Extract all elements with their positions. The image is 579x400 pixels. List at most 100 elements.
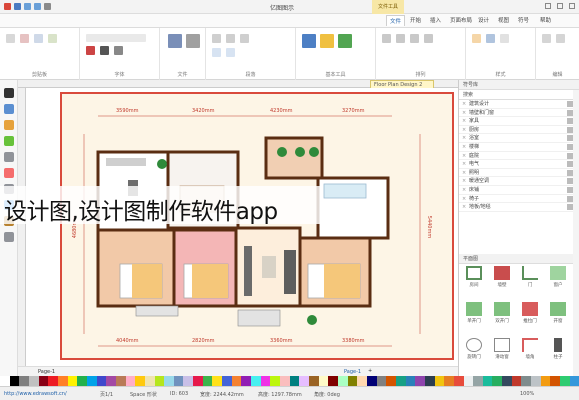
website-link[interactable]: http://www.edrawsoft.cn/: [4, 391, 67, 397]
color-swatch[interactable]: [318, 376, 329, 386]
color-swatch[interactable]: [86, 376, 97, 386]
color-swatch[interactable]: [115, 376, 126, 386]
chart-icon[interactable]: [4, 136, 14, 146]
close-icon[interactable]: ×: [462, 160, 466, 168]
library-item[interactable]: × 楼梯: [459, 143, 579, 152]
library-item[interactable]: × 厨房: [459, 126, 579, 135]
library-item[interactable]: × 浴室: [459, 134, 579, 143]
italic-icon[interactable]: [114, 46, 123, 55]
image-icon[interactable]: [4, 120, 14, 130]
color-swatch[interactable]: [67, 376, 78, 386]
tab-symbols[interactable]: 符号: [518, 16, 529, 24]
shape-item[interactable]: 窗户: [545, 266, 571, 296]
bring-front-icon[interactable]: [382, 34, 391, 43]
cut-icon[interactable]: [20, 34, 29, 43]
fill-icon[interactable]: [472, 34, 481, 43]
close-icon[interactable]: ×: [462, 177, 466, 185]
color-swatch[interactable]: [415, 376, 425, 386]
library-item[interactable]: × 椅子: [459, 195, 579, 204]
zoom-level[interactable]: 100%: [520, 391, 534, 397]
color-swatch[interactable]: [289, 376, 300, 386]
color-swatch[interactable]: [96, 376, 107, 386]
layer-icon[interactable]: [4, 168, 14, 178]
color-swatch[interactable]: [164, 376, 174, 386]
redo-icon[interactable]: [34, 3, 41, 10]
color-swatch[interactable]: [569, 376, 579, 386]
color-swatch[interactable]: [222, 376, 232, 386]
close-icon[interactable]: ×: [462, 143, 466, 151]
color-swatch[interactable]: [482, 376, 493, 386]
color-swatch[interactable]: [347, 376, 358, 386]
close-icon[interactable]: ×: [462, 203, 466, 211]
color-swatch[interactable]: [106, 376, 116, 386]
color-swatch[interactable]: [395, 376, 406, 386]
export-icon[interactable]: [186, 34, 200, 48]
color-palette[interactable]: [0, 376, 579, 386]
color-swatch[interactable]: [231, 376, 242, 386]
color-swatch[interactable]: [173, 376, 184, 386]
save-icon[interactable]: [14, 3, 21, 10]
color-swatch[interactable]: [521, 376, 532, 386]
align-center-icon[interactable]: [226, 34, 235, 43]
library-item[interactable]: × 家具: [459, 117, 579, 126]
shape-item[interactable]: 双开门: [489, 302, 515, 332]
page-selector[interactable]: Page-1: [38, 369, 55, 375]
color-swatch[interactable]: [144, 376, 155, 386]
color-swatch[interactable]: [183, 376, 194, 386]
color-swatch[interactable]: [328, 376, 338, 386]
shape-icon[interactable]: [4, 104, 14, 114]
library-search[interactable]: 搜索: [459, 90, 579, 100]
color-swatch[interactable]: [19, 376, 29, 386]
color-swatch[interactable]: [193, 376, 203, 386]
text-tool-icon[interactable]: [320, 34, 334, 48]
minimize-icon[interactable]: [545, 3, 551, 9]
open-icon[interactable]: [168, 34, 182, 48]
color-swatch[interactable]: [492, 376, 503, 386]
color-swatch[interactable]: [38, 376, 49, 386]
color-swatch[interactable]: [453, 376, 464, 386]
color-swatch[interactable]: [154, 376, 165, 386]
library-item[interactable]: × 庭院: [459, 152, 579, 161]
format-painter-icon[interactable]: [48, 34, 57, 43]
shape-item[interactable]: 滑动窗: [489, 338, 515, 368]
maximize-icon[interactable]: [557, 3, 563, 9]
color-swatch[interactable]: [540, 376, 551, 386]
align-left-icon[interactable]: [212, 34, 221, 43]
close-icon[interactable]: ×: [462, 126, 466, 134]
color-swatch[interactable]: [511, 376, 522, 386]
color-swatch[interactable]: [309, 376, 319, 386]
undo-icon[interactable]: [24, 3, 31, 10]
paste-icon[interactable]: [6, 34, 15, 43]
color-swatch[interactable]: [463, 376, 474, 386]
drawing-page[interactable]: 3590mm 3420mm 4230mm 3270mm 4040mm 2820m…: [60, 92, 454, 360]
add-page-icon[interactable]: +: [368, 368, 372, 374]
color-swatch[interactable]: [251, 376, 261, 386]
tab-view[interactable]: 视图: [498, 16, 509, 24]
settings-icon[interactable]: [4, 232, 14, 242]
color-swatch[interactable]: [444, 376, 454, 386]
copy-icon[interactable]: [34, 34, 43, 43]
shape-item[interactable]: 墙壁: [489, 266, 515, 296]
color-swatch[interactable]: [376, 376, 387, 386]
color-swatch[interactable]: [531, 376, 541, 386]
indent-icon[interactable]: [226, 48, 235, 57]
color-swatch[interactable]: [280, 376, 290, 386]
close-icon[interactable]: ×: [462, 152, 466, 160]
shape-item[interactable]: 墙角: [517, 338, 543, 368]
tab-insert[interactable]: 插入: [430, 16, 441, 24]
color-swatch[interactable]: [550, 376, 561, 386]
library-item[interactable]: × 建筑设计: [459, 100, 579, 109]
color-swatch[interactable]: [270, 376, 281, 386]
color-swatch[interactable]: [125, 376, 136, 386]
color-swatch[interactable]: [386, 376, 396, 386]
color-swatch[interactable]: [405, 376, 416, 386]
color-swatch[interactable]: [337, 376, 348, 386]
pointer-icon[interactable]: [4, 88, 14, 98]
bold-icon[interactable]: [100, 46, 109, 55]
close-icon[interactable]: ×: [462, 134, 466, 142]
table-icon[interactable]: [4, 152, 14, 162]
library-item[interactable]: × 地板/地毯: [459, 203, 579, 212]
color-swatch[interactable]: [357, 376, 367, 386]
library-item[interactable]: × 照明: [459, 169, 579, 178]
color-swatch[interactable]: [299, 376, 309, 386]
